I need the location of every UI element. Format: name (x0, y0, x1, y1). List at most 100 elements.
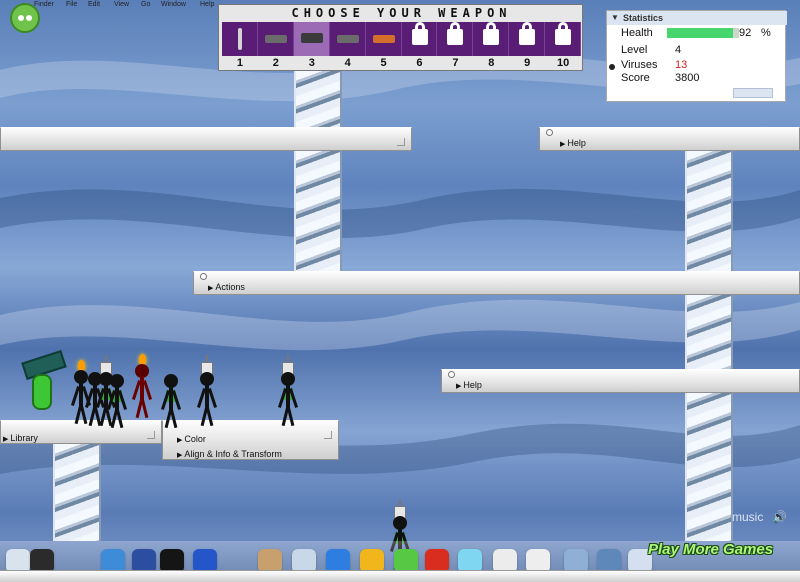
lock-icon (483, 22, 500, 45)
statistics-title: Statistics (623, 13, 664, 23)
weapon-slot-8[interactable] (473, 22, 510, 56)
help-label-top[interactable]: Help (560, 138, 586, 148)
help-panel-bottom: Help (441, 369, 800, 393)
menu-item-edit[interactable]: Edit (88, 1, 100, 8)
dock-bar (0, 570, 800, 582)
weapon-slot-5[interactable] (366, 22, 402, 56)
stick-arm (207, 388, 218, 408)
virus-icon (609, 64, 615, 70)
spiral-pillar (294, 151, 342, 271)
menu-item-finder[interactable]: Finder (34, 1, 54, 8)
weapon-selector-title: CHOOSE YOUR WEAPON (291, 6, 512, 20)
dock: Play More Games (0, 541, 800, 582)
lock-icon (555, 22, 572, 45)
stick-figure (277, 355, 299, 428)
help-panel-top: Help (539, 127, 800, 151)
score-label: Score (621, 72, 650, 84)
weapon-strip (222, 22, 582, 56)
resize-grip-icon (147, 431, 155, 439)
weapon-number-4: 4 (344, 57, 351, 69)
stick-figure (106, 374, 128, 430)
stick-leg (140, 397, 149, 419)
score-value: 3800 (675, 72, 700, 84)
menu-item-help[interactable]: Help (200, 1, 214, 8)
weapon-number-6: 6 (416, 57, 423, 69)
health-unit: % (761, 27, 771, 39)
health-bar (667, 28, 739, 38)
library-label[interactable]: Library (3, 433, 38, 443)
window-circle-icon (546, 129, 553, 136)
statistics-toolbar[interactable] (733, 88, 773, 98)
spiral-pillar (685, 151, 733, 271)
knife-weapon-icon (264, 35, 287, 43)
window-circle-icon (200, 273, 207, 280)
speaker-icon[interactable]: 🔊 (772, 510, 787, 524)
stick-figure (160, 374, 182, 430)
viruses-value: 13 (675, 59, 688, 71)
health-label: Health (621, 27, 653, 39)
level-value: 4 (675, 44, 682, 56)
weapon-number-10: 10 (556, 57, 570, 69)
statistics-panel: ▼ Statistics Health 92 % Level 4 Viruses… (606, 10, 787, 102)
weapon-number-row: 1 2 3 4 5 6 7 8 9 10 (222, 57, 581, 69)
menu-item-file[interactable]: File (66, 1, 77, 8)
menu-item-view[interactable]: View (114, 1, 129, 8)
spiral-pillar (53, 444, 101, 541)
menu-item-window[interactable]: Window (161, 1, 186, 8)
weapon-number-5: 5 (380, 57, 387, 69)
weapon-slot-4[interactable] (330, 22, 366, 56)
weapon-slot-2[interactable] (258, 22, 294, 56)
play-more-games-link[interactable]: Play More Games (648, 541, 773, 558)
menu-item-go[interactable]: Go (141, 1, 150, 8)
weapon-number-2: 2 (272, 57, 279, 69)
spiral-pillar (685, 295, 733, 369)
shotgun-weapon-icon (336, 35, 359, 43)
weapon-slot-7[interactable] (437, 22, 474, 56)
actions-label[interactable]: Actions (208, 282, 245, 292)
stick-arm (142, 380, 153, 400)
spiral-pillar (685, 393, 733, 541)
weapon-number-3: 3 (308, 57, 315, 69)
health-bar-fill (667, 28, 734, 38)
weapon-slot-10[interactable] (545, 22, 582, 56)
health-value: 92 (739, 27, 752, 39)
help-label-bottom[interactable]: Help (456, 380, 482, 390)
weapon-number-1: 1 (236, 57, 244, 69)
stick-leg (115, 407, 124, 429)
stick-leg (169, 407, 178, 429)
weapon-slot-6[interactable] (402, 22, 438, 56)
align-label[interactable]: Align & Info & Transform (177, 449, 282, 459)
stick-leg (205, 405, 214, 427)
chevron-down-icon[interactable]: ▼ (611, 13, 619, 22)
pencil-weapon-icon (238, 28, 242, 50)
stick-leg (286, 405, 295, 427)
flamethrower-weapon-icon (372, 35, 395, 43)
weapon-slot-9[interactable] (509, 22, 546, 56)
color-align-panel: Color Align & Info & Transform (162, 420, 339, 460)
player-character (20, 349, 70, 418)
platform-top-left (0, 127, 412, 151)
statistics-header: ▼ Statistics (607, 11, 787, 25)
color-label[interactable]: Color (177, 434, 206, 444)
weapon-selector: CHOOSE YOUR WEAPON 1 2 3 4 5 6 7 8 9 10 (218, 4, 583, 71)
weapon-slot-3[interactable] (293, 22, 330, 56)
window-circle-icon (448, 371, 455, 378)
resize-grip-icon (397, 138, 405, 146)
weapon-number-7: 7 (452, 57, 459, 69)
music-label: music (732, 510, 764, 524)
spiral-pillar (294, 71, 342, 127)
lock-icon (411, 22, 428, 45)
hammer-weapon-icon (300, 33, 323, 43)
weapon-slot-1[interactable] (222, 22, 258, 56)
resize-grip-icon (324, 431, 332, 439)
lock-icon (519, 22, 536, 45)
viruses-label: Viruses (621, 59, 658, 71)
monkey-logo-icon (10, 3, 40, 33)
actions-panel: Actions (193, 271, 800, 295)
level-label: Level (621, 44, 648, 56)
weapon-number-9: 9 (524, 57, 531, 69)
lock-icon (447, 22, 464, 45)
weapon-number-8: 8 (488, 57, 495, 69)
stick-figure (196, 355, 218, 428)
player-body (32, 374, 52, 410)
